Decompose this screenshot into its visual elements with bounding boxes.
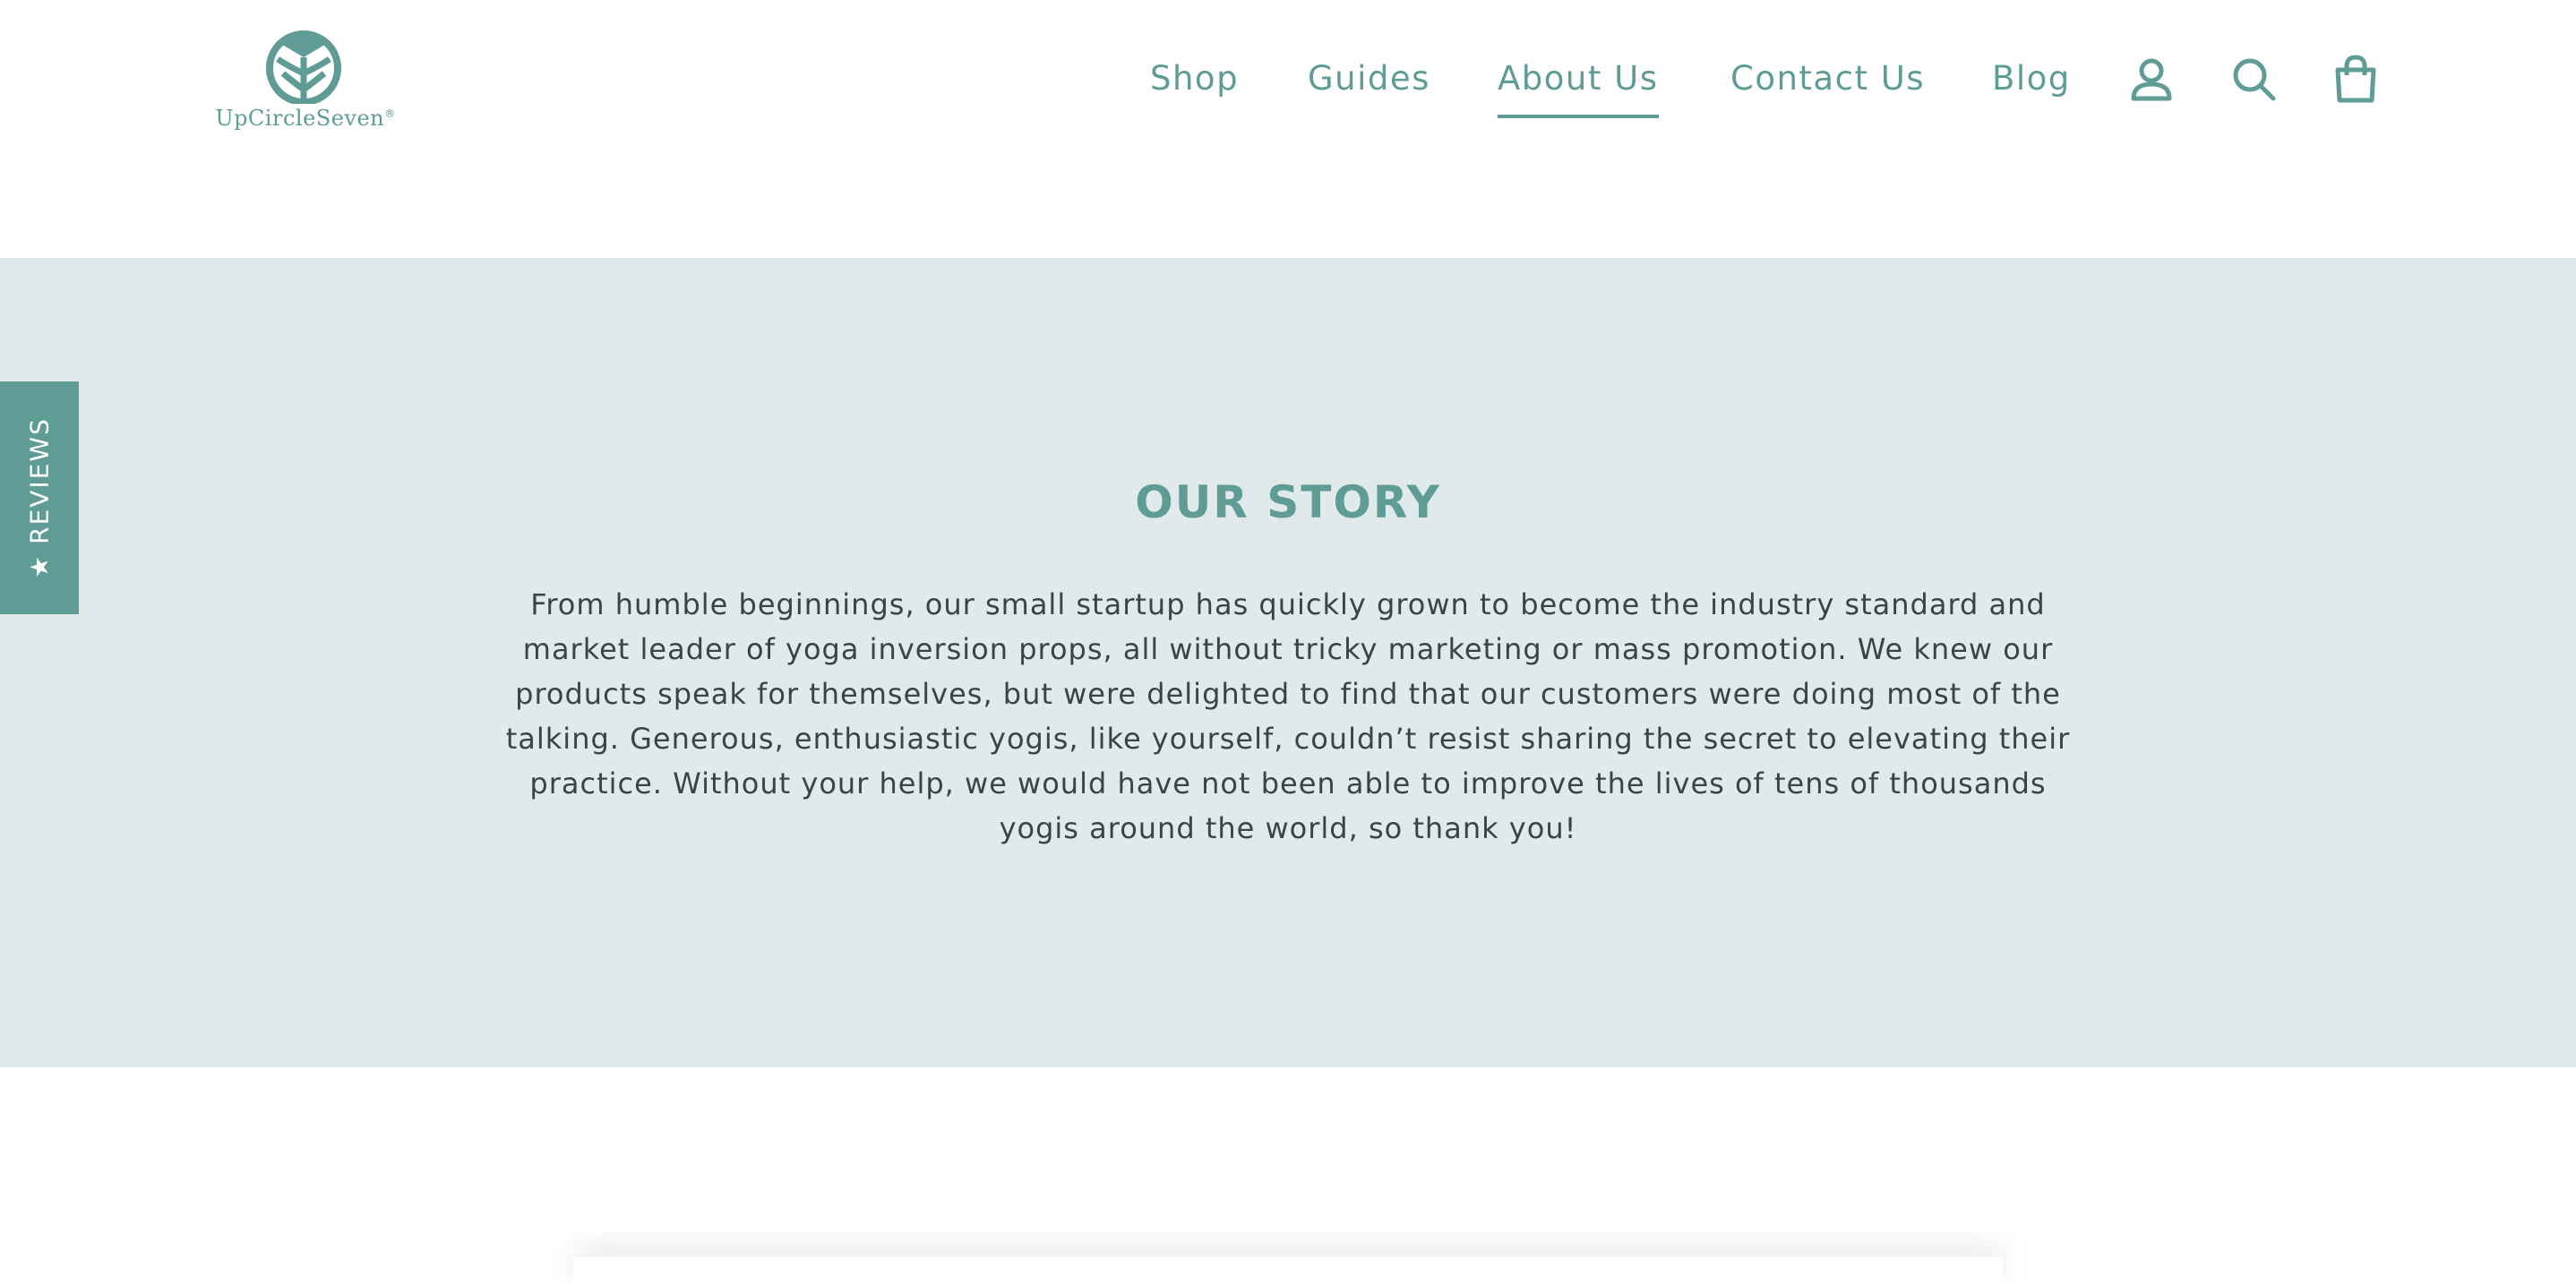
registered-mark: ® [384, 107, 396, 120]
story-text: From humble beginnings, our small startu… [505, 587, 2071, 845]
our-story-section: OUR STORY From humble beginnings, our sm… [0, 258, 2576, 1067]
reviews-tab-content: ★ REVIEWS [25, 417, 55, 578]
nav-about-us[interactable]: About Us [1498, 54, 1659, 118]
reviews-tab-label: REVIEWS [24, 417, 55, 544]
nav-guides[interactable]: Guides [1308, 54, 1430, 104]
reviews-tab[interactable]: ★ REVIEWS [0, 381, 79, 614]
story-title: OUR STORY [1135, 476, 1441, 528]
leaf-logo-icon [266, 30, 341, 104]
brand-name: UpCircleSeven® [201, 106, 410, 131]
search-icon[interactable] [2228, 54, 2279, 104]
nav-blog[interactable]: Blog [1992, 54, 2071, 104]
account-icon[interactable] [2126, 54, 2177, 104]
brand-logo[interactable]: UpCircleSeven® [201, 27, 410, 134]
star-icon: ★ [24, 553, 55, 578]
site-header: UpCircleSeven® Shop Guides About Us Cont… [0, 0, 2576, 258]
nav-contact-us[interactable]: Contact Us [1730, 54, 1925, 104]
nav-shop[interactable]: Shop [1150, 54, 1239, 104]
cart-icon[interactable] [2331, 54, 2381, 104]
content-card-edge [573, 1257, 2003, 1284]
brand-name-text: UpCircleSeven [215, 106, 385, 131]
